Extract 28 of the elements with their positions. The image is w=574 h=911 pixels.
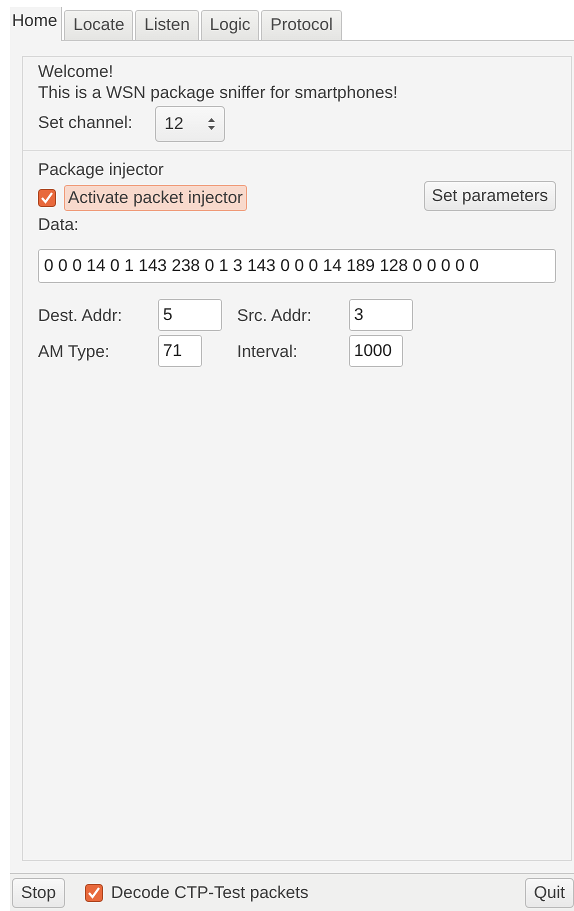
tab[interactable]: Protocol bbox=[261, 10, 342, 40]
checkbox[interactable] bbox=[84, 884, 103, 902]
input-field[interactable]: 71 bbox=[158, 335, 202, 367]
checkbox-label[interactable]: Decode CTP-Test packets bbox=[110, 882, 308, 902]
spin-arrows-icon[interactable] bbox=[206, 116, 216, 132]
input-field[interactable]: 5 bbox=[158, 299, 222, 331]
section-title: Package injector bbox=[38, 159, 165, 180]
input-field[interactable]: 3 bbox=[349, 299, 413, 331]
checkbox[interactable] bbox=[38, 189, 56, 207]
tab[interactable]: Listen bbox=[135, 10, 199, 40]
input-field[interactable]: 1000 bbox=[349, 335, 403, 367]
channel-spinner[interactable]: 12 bbox=[154, 106, 225, 142]
tab[interactable]: Home bbox=[10, 7, 62, 41]
welcome-text: This is a WSN package sniffer for smartphones! bbox=[38, 82, 399, 103]
checkbox-label[interactable]: Activate packet injector bbox=[64, 185, 247, 211]
set-parameters-button[interactable]: Set parameters bbox=[424, 180, 556, 210]
field-label: Src. Addr: bbox=[237, 304, 313, 326]
tab[interactable]: Locate bbox=[64, 10, 134, 40]
data-field[interactable]: 0 0 0 14 0 1 143 238 0 1 3 143 0 0 0 14 189 128 0 0 0 0 0 bbox=[38, 249, 556, 283]
field-label: Interval: bbox=[237, 340, 298, 362]
channel-label: Set channel: bbox=[38, 112, 133, 133]
quit-button[interactable]: Quit bbox=[524, 878, 574, 908]
stop-button[interactable]: Stop bbox=[12, 878, 65, 908]
field-label: Dest. Addr: bbox=[38, 304, 124, 326]
welcome-title: Welcome! bbox=[38, 61, 114, 82]
tab[interactable]: Logic bbox=[200, 10, 260, 40]
field-label: AM Type: bbox=[38, 340, 110, 362]
data-label: Data: bbox=[38, 214, 80, 235]
